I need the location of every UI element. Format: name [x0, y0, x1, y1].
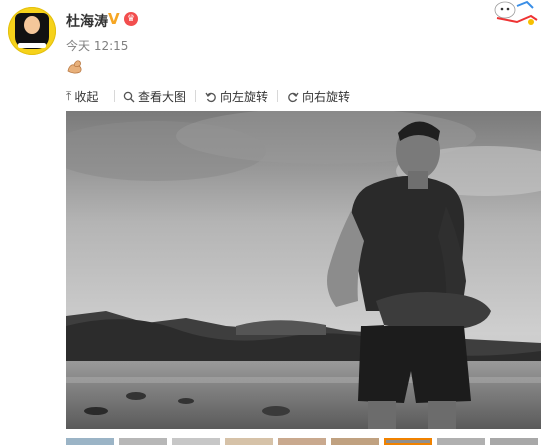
collapse-button[interactable]: ⤒ 收起: [66, 88, 98, 105]
thumbnail[interactable]: [225, 438, 273, 445]
thumbnail[interactable]: [172, 438, 220, 445]
rotate-right-icon: [288, 92, 299, 102]
view-large-label: 查看大图: [138, 90, 187, 104]
rotate-left-label: 向左旋转: [220, 90, 269, 104]
flexed-biceps-icon: [67, 60, 82, 74]
toolbar-divider: [195, 90, 196, 102]
thumbnail[interactable]: [278, 438, 326, 445]
rotate-left-button[interactable]: 向左旋转: [205, 88, 268, 105]
avatar-face: [24, 16, 40, 34]
photo-content: [66, 111, 541, 429]
rotate-right-button[interactable]: 向右旋转: [287, 88, 350, 105]
mascot-decoration-icon: [494, 0, 538, 25]
username-link[interactable]: 杜海涛: [66, 11, 108, 31]
toolbar-divider: [277, 90, 278, 102]
avatar[interactable]: [8, 7, 56, 55]
thumbnail[interactable]: [119, 438, 167, 445]
thumbnail-strip: [66, 438, 543, 445]
rotate-right-label: 向右旋转: [302, 90, 351, 104]
collapse-arrow-icon: ⤒: [66, 89, 72, 103]
view-large-button[interactable]: 查看大图: [123, 88, 186, 105]
thumbnail-active[interactable]: [384, 438, 432, 445]
post-timestamp[interactable]: 今天 12:15: [66, 37, 128, 54]
collapse-label: 收起: [74, 90, 99, 104]
thumbnail[interactable]: [490, 438, 538, 445]
post-photo[interactable]: [66, 111, 541, 429]
search-icon: [123, 91, 135, 102]
thumbnail[interactable]: [331, 438, 379, 445]
avatar-band: [18, 43, 46, 48]
thumbnail[interactable]: [437, 438, 485, 445]
thumbnail[interactable]: [66, 438, 114, 445]
rotate-left-icon: [205, 92, 216, 102]
vip-badge-icon[interactable]: ♛: [124, 12, 138, 26]
toolbar-divider: [114, 90, 115, 102]
verified-v-icon[interactable]: V: [108, 12, 122, 27]
